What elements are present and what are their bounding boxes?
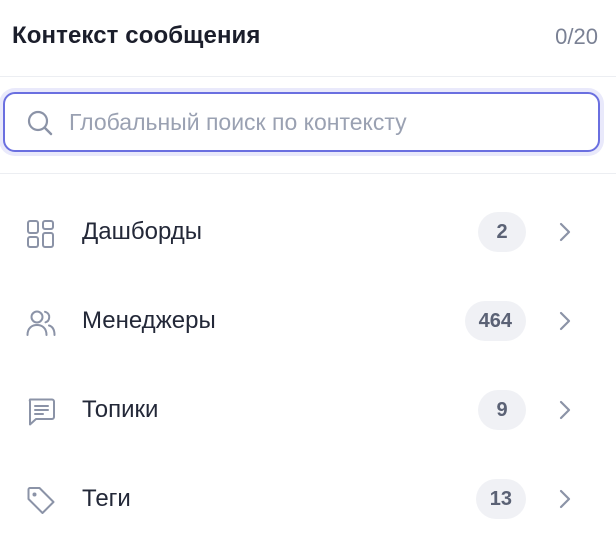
chevron-right-icon[interactable]	[554, 310, 576, 332]
count-badge: 464	[464, 301, 526, 341]
chevron-right-icon[interactable]	[554, 488, 576, 510]
search-box[interactable]	[3, 92, 600, 152]
list-item-dashboards[interactable]: Дашборды 2	[0, 188, 616, 277]
context-list: Дашборды 2 Менеджеры 464 Топики 9 Теги 1…	[0, 188, 616, 544]
message-icon	[28, 398, 55, 426]
list-item-tags[interactable]: Теги 13	[0, 455, 616, 544]
list-item-topics[interactable]: Топики 9	[0, 366, 616, 455]
users-icon	[26, 310, 56, 336]
item-label: Теги	[82, 485, 131, 512]
tag-icon	[27, 487, 55, 514]
list-item-managers[interactable]: Менеджеры 464	[0, 277, 616, 366]
count-badge: 13	[475, 479, 526, 519]
page-title: Контекст сообщения	[12, 22, 261, 49]
item-label: Дашборды	[82, 218, 202, 245]
search-input[interactable]	[69, 94, 589, 150]
search-icon	[27, 110, 53, 136]
chevron-right-icon[interactable]	[554, 399, 576, 421]
context-header: Контекст сообщения 0/20	[0, 0, 616, 77]
count-badge: 9	[478, 390, 526, 430]
search-section	[0, 77, 616, 174]
dashboard-icon	[27, 220, 54, 248]
count-badge: 2	[478, 212, 526, 252]
item-label: Менеджеры	[82, 307, 216, 334]
item-label: Топики	[82, 396, 159, 423]
selection-counter: 0/20	[555, 24, 598, 49]
chevron-right-icon[interactable]	[554, 221, 576, 243]
